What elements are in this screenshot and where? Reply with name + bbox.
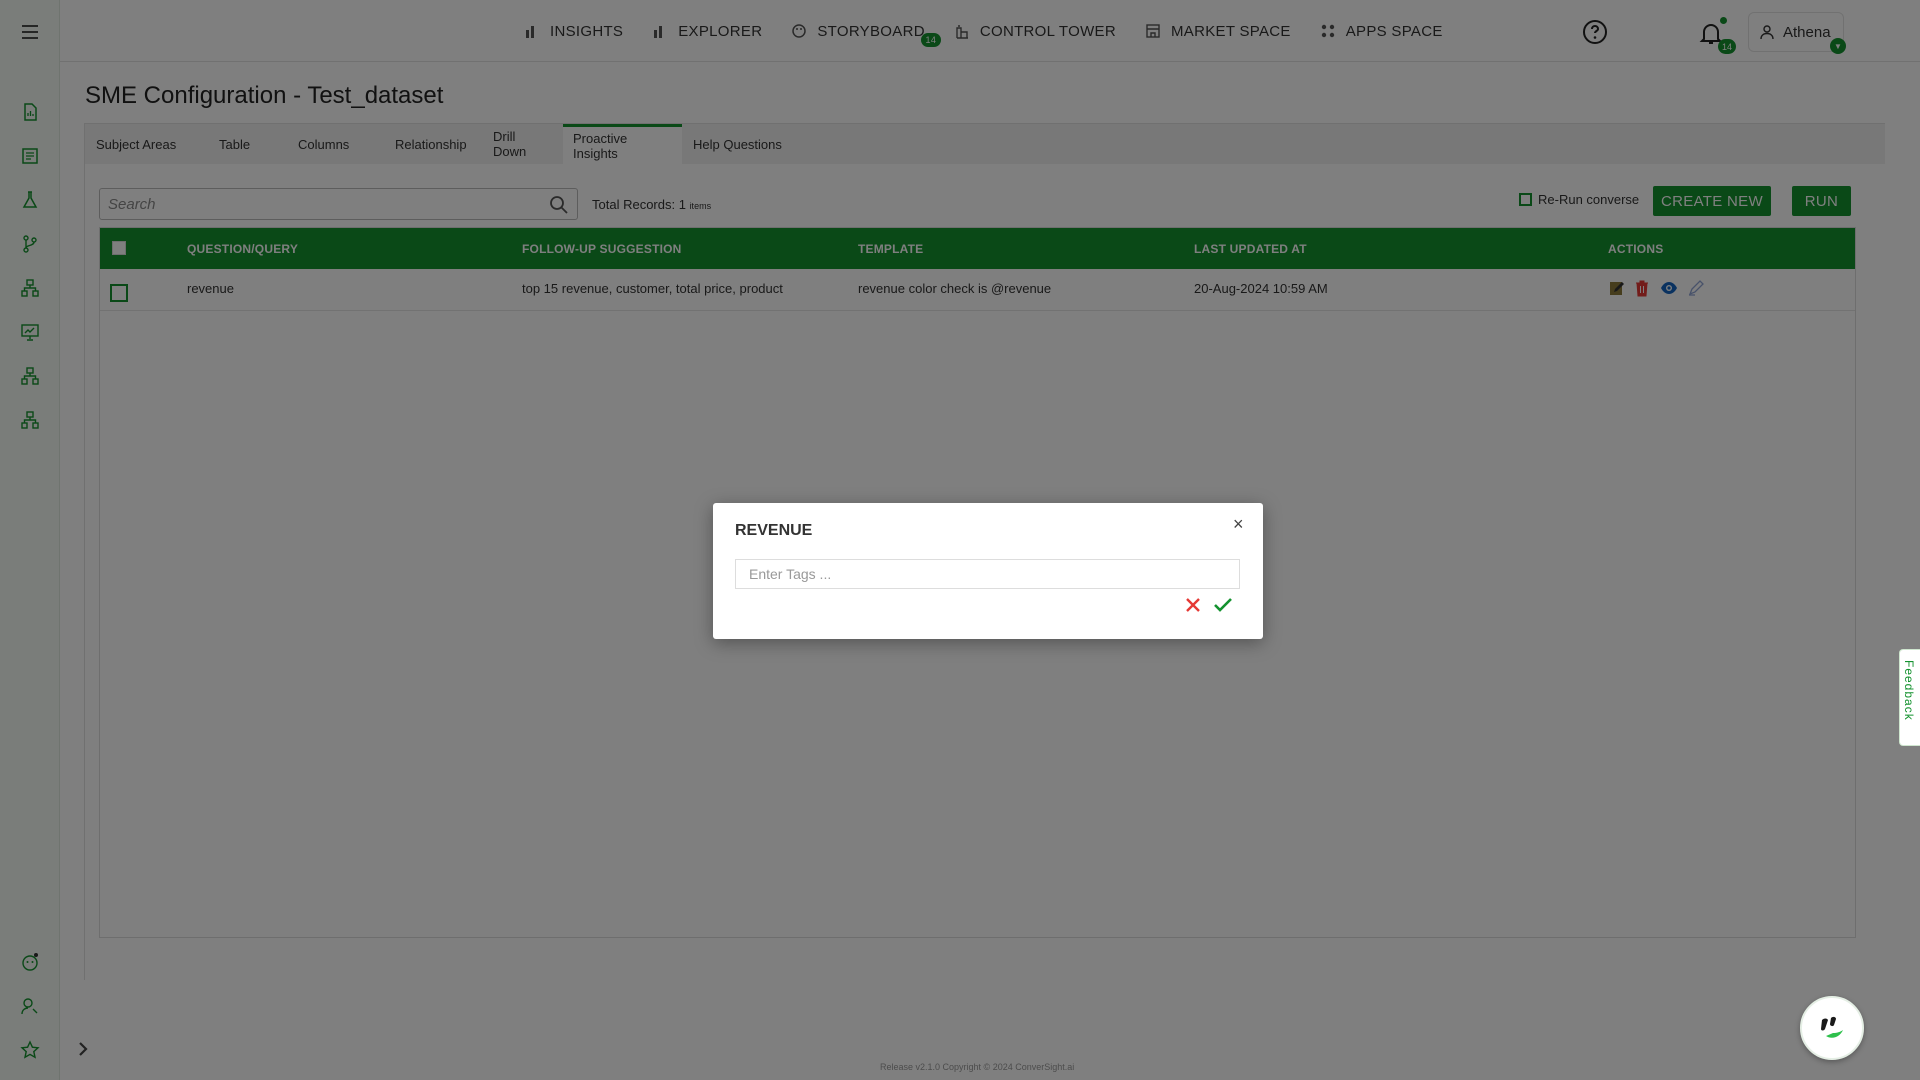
- cancel-x-icon[interactable]: [1183, 595, 1203, 615]
- feedback-label: Feedback: [1902, 660, 1916, 721]
- close-icon[interactable]: ×: [1233, 515, 1244, 533]
- tags-input[interactable]: [735, 559, 1240, 589]
- tags-modal: REVENUE ×: [713, 503, 1263, 639]
- chevron-right-icon[interactable]: [74, 1040, 92, 1058]
- feedback-tab[interactable]: Feedback: [1899, 649, 1920, 746]
- chatbot-launcher-button[interactable]: [1800, 996, 1864, 1060]
- chatbot-logo-icon: [1821, 1016, 1843, 1038]
- confirm-check-icon[interactable]: [1212, 595, 1234, 615]
- modal-title: REVENUE: [735, 522, 813, 539]
